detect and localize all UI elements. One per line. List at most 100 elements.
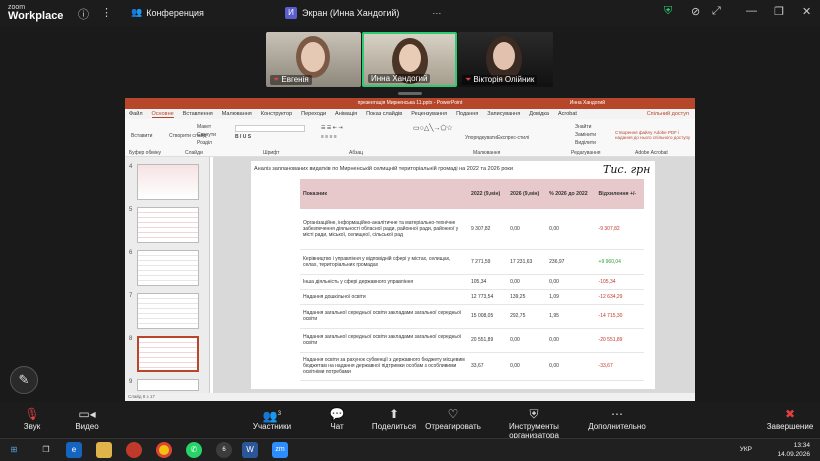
tab-help[interactable]: Довідка	[529, 111, 549, 117]
end-label: Завершение	[766, 422, 814, 431]
minimize-icon[interactable]: —	[746, 5, 757, 17]
table-row: Надання дошкільної освіти 12 773,54 139,…	[300, 289, 644, 305]
react-icon: ♡	[447, 407, 459, 421]
mic-muted-icon: ⏷	[465, 75, 472, 84]
section-button[interactable]: Розділ	[197, 140, 212, 146]
table-row: Надання освіти за рахунок субвенції з де…	[300, 352, 644, 381]
drag-handle[interactable]	[398, 92, 422, 95]
editing-group: Редагування	[571, 150, 601, 156]
no-video-icon[interactable]: ⊘	[691, 5, 700, 18]
select-button[interactable]: Виділити	[575, 140, 596, 146]
align-button[interactable]: ≡ ≡ ≡ ≡	[321, 134, 337, 140]
bold-button[interactable]: B I U S	[235, 134, 251, 140]
shapes-gallery[interactable]: ▭○△╲→⬠☆	[413, 124, 453, 132]
participant-tile-2[interactable]: Инна Хандогий	[362, 32, 457, 87]
maximize-icon[interactable]: ❐	[774, 5, 784, 18]
task-view-icon[interactable]: ❐	[38, 442, 54, 458]
host-tools-button[interactable]: ⛨ Инструменты организатора	[484, 406, 584, 440]
bullets-button[interactable]: ☰ ☰ ⇤ ⇥	[321, 125, 343, 131]
table-row: Керівництво і управління у відповідній с…	[300, 249, 644, 275]
screen-tab-label: Экран (Инна Хандогий)	[302, 8, 400, 18]
people-icon: 👥	[131, 7, 143, 17]
cell: 1,09	[546, 289, 596, 305]
language-indicator[interactable]: УКР	[740, 446, 752, 453]
whatsapp-icon[interactable]: ✆	[186, 442, 202, 458]
tab-draw[interactable]: Малювання	[222, 111, 252, 117]
zoom-taskbar-icon[interactable]: zm	[272, 442, 288, 458]
tab-transitions[interactable]: Переходи	[301, 111, 326, 117]
info-icon[interactable]: ⓘ	[78, 6, 89, 22]
replace-button[interactable]: Замінити	[575, 132, 596, 138]
find-button[interactable]: Знайти	[575, 124, 591, 130]
table-header-row: Показник 2022 (9,мін) 2026 (9,мін) % 202…	[300, 179, 644, 209]
quick-styles-button[interactable]: Експрес-стилі	[497, 135, 529, 141]
more-options-icon[interactable]: ⋯	[432, 8, 441, 19]
share-button[interactable]: Спільний доступ	[647, 111, 689, 117]
tab-animations[interactable]: Анімація	[335, 111, 357, 117]
more-button[interactable]: ⋯ Дополнительно	[577, 406, 657, 431]
tab-design[interactable]: Конструктор	[261, 111, 292, 117]
arrange-button[interactable]: Упорядкувати	[465, 135, 497, 141]
expand-icon[interactable]: ⤢	[712, 5, 721, 18]
reset-button[interactable]: Скинути	[197, 132, 216, 138]
clipboard-group: Буфер обміну	[129, 150, 162, 156]
close-icon[interactable]: ✕	[802, 5, 811, 18]
chat-label: Чат	[330, 422, 344, 431]
adobe-group: Adobe Acrobat	[635, 150, 668, 156]
annotate-pen-button[interactable]: ✎	[10, 366, 38, 394]
tab-review[interactable]: Рецензування	[411, 111, 447, 117]
layout-button[interactable]: Макет	[197, 124, 211, 130]
chrome-icon[interactable]	[156, 442, 172, 458]
slide-thumb-7[interactable]	[137, 293, 199, 329]
tab-home[interactable]: Основне	[151, 111, 174, 118]
app-badge-icon[interactable]: 6	[216, 442, 232, 458]
windows-start-icon[interactable]: ⊞	[6, 442, 22, 458]
tab-view[interactable]: Подання	[456, 111, 478, 117]
tab-record[interactable]: Записування	[487, 111, 520, 117]
tab-file[interactable]: Файл	[129, 111, 143, 117]
font-select[interactable]	[235, 125, 305, 132]
file-explorer-icon[interactable]	[96, 442, 112, 458]
zoom-titlebar: zoom Workplace ⓘ ⋮ 👥 Конференция И Экран…	[0, 0, 820, 26]
security-shield-icon[interactable]: ⛨	[664, 5, 672, 18]
end-meeting-button[interactable]: ✖ Завершение	[750, 406, 820, 431]
paste-button[interactable]: Вставити	[131, 133, 152, 139]
video-button[interactable]: ▭◂ Видео	[47, 406, 127, 431]
slide-thumb-6[interactable]	[137, 250, 199, 286]
slide[interactable]: Аналіз запланованих видатків по Мирненсь…	[251, 161, 655, 389]
clock-time: 13:34	[793, 442, 810, 449]
tab-acrobat[interactable]: Acrobat	[558, 111, 577, 117]
col-header: 2022 (9,мін)	[468, 179, 508, 209]
conference-tab[interactable]: 👥 Конференция	[131, 7, 204, 18]
slide-thumb-4[interactable]	[137, 164, 199, 200]
col-header: 2026 (9,мін)	[507, 179, 547, 209]
participants-label: Участники	[252, 422, 292, 431]
react-button[interactable]: ♡ Отреагировать	[413, 406, 493, 431]
cell: 105,34	[468, 274, 508, 290]
tab-insert[interactable]: Вставлення	[183, 111, 213, 117]
slide-number: 9	[129, 379, 133, 385]
table-row: Надання загальної середньої освіти закла…	[300, 304, 644, 329]
more-icon[interactable]: ⋮	[101, 6, 112, 19]
slide-thumb-5[interactable]	[137, 207, 199, 243]
app-icon[interactable]	[126, 442, 142, 458]
end-icon: ✖	[784, 407, 796, 421]
cell: Керівництво і управління у відповідній с…	[300, 249, 468, 275]
participant-tile-1[interactable]: ⏷ Евгенія	[266, 32, 361, 87]
shield-icon: ⛨	[529, 407, 539, 421]
tab-slideshow[interactable]: Показ слайдів	[366, 111, 402, 117]
cell: 0,00	[546, 209, 596, 250]
screen-share-tab[interactable]: И Экран (Инна Хандогий) ⋯	[285, 5, 441, 21]
powerpoint-titlebar: презентація Мирненська 11.pptx - PowerPo…	[125, 98, 695, 109]
adobe-pdf-button[interactable]: Створення файлу Adobe PDF і надання до н…	[615, 130, 691, 140]
cell: 139,25	[507, 289, 547, 305]
col-header: Показник	[300, 179, 468, 209]
cell: -105,34	[595, 274, 644, 290]
slide-thumb-9[interactable]	[137, 379, 199, 391]
edge-browser-icon[interactable]: e	[66, 442, 82, 458]
word-icon[interactable]: W	[242, 442, 258, 458]
participant-tile-3[interactable]: ⏷ Вікторія Олійник	[458, 32, 553, 87]
cell: 0,00	[507, 352, 547, 381]
slide-thumb-8[interactable]	[137, 336, 199, 372]
system-clock[interactable]: 13:34 14.09.2026	[777, 441, 810, 459]
